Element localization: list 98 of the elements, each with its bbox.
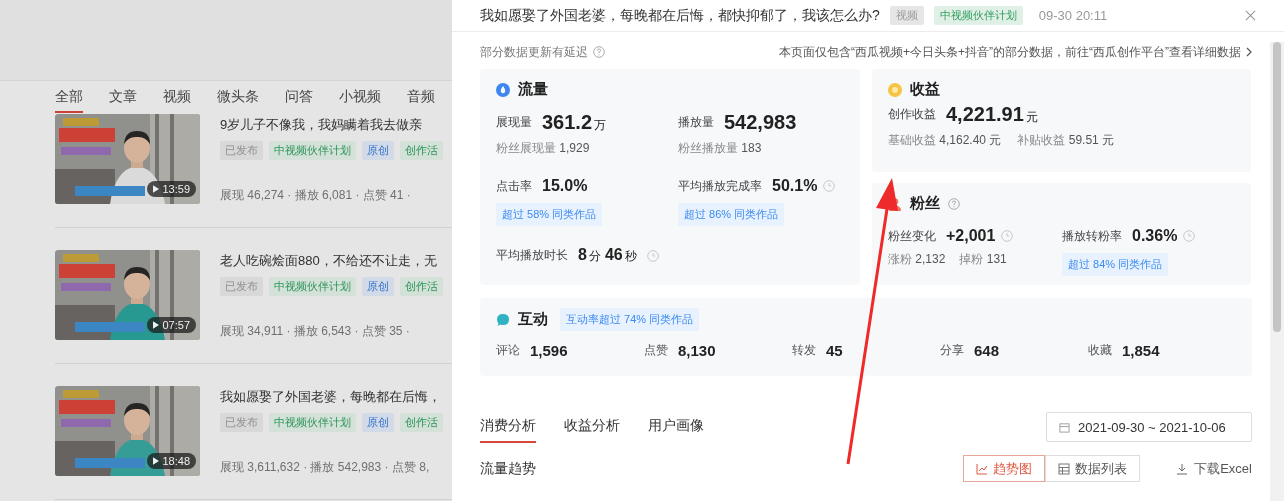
video-stats: 展现 34,911 · 播放 6,543 · 点赞 35 ·: [220, 323, 411, 340]
metric-value: 50.1%: [772, 177, 818, 195]
card-title: 收益: [910, 80, 940, 99]
close-icon[interactable]: [1245, 10, 1256, 21]
sub-metric: 掉粉 131: [959, 251, 1007, 268]
metric-value: 8分 46 秒: [578, 246, 638, 265]
status-tag: 原创: [362, 413, 394, 432]
content-tag: 视频: [889, 6, 924, 25]
help-icon[interactable]: [593, 46, 605, 58]
analysis-tab[interactable]: 用户画像: [648, 411, 704, 443]
duration-badge: 18:48: [147, 453, 196, 469]
category-tab[interactable]: 音频: [407, 88, 435, 113]
card-title: 互动: [518, 310, 548, 329]
drop-icon: [496, 82, 510, 97]
clock-icon[interactable]: [1001, 230, 1014, 242]
date-range-picker[interactable]: 2021-09-30 ~ 2021-10-06: [1046, 412, 1252, 442]
clock-icon[interactable]: [1183, 230, 1196, 242]
download-icon: [1176, 462, 1189, 475]
metric-label: 粉丝变化: [888, 227, 936, 245]
status-tag: 创作活: [400, 413, 443, 432]
video-title[interactable]: 老人吃碗烩面880，不给还不让走，无: [220, 252, 443, 270]
video-title[interactable]: 9岁儿子不像我，我妈瞒着我去做亲: [220, 116, 443, 134]
rank-badge: 互动率超过 74% 同类作品: [560, 308, 700, 331]
video-stats: 展现 46,274 · 播放 6,081 · 点赞 41 ·: [220, 187, 412, 204]
status-tag: 原创: [362, 141, 394, 160]
metric-label: 收藏: [1088, 342, 1112, 359]
scrollbar[interactable]: [1270, 42, 1284, 501]
category-tab[interactable]: 小视频: [339, 88, 381, 113]
status-tag: 已发布: [220, 141, 263, 160]
duration-badge: 13:59: [147, 181, 196, 197]
calendar-icon: [1059, 421, 1070, 433]
help-icon[interactable]: [948, 197, 960, 210]
card-title: 粉丝: [910, 194, 940, 213]
status-tag: 创作活: [400, 141, 443, 160]
detail-data-link[interactable]: 本页面仅包含“西瓜视频+今日头条+抖音”的部分数据，前往“西瓜创作平台”查看详细数据: [779, 43, 1241, 61]
sub-metric: 基础收益 4,162.40 元: [888, 132, 1002, 149]
metric-value: 45: [826, 342, 843, 359]
coin-icon: [888, 82, 902, 97]
video-stats: 展现 3,611,632 · 播放 542,983 · 点赞 8,: [220, 459, 431, 476]
metric-value: 0.36%: [1132, 227, 1178, 245]
status-tag: 原创: [362, 277, 394, 296]
rank-badge: 超过 58% 同类作品: [496, 203, 603, 226]
metric-value: 648: [974, 342, 1000, 359]
metric-label: 点赞: [644, 342, 668, 359]
metric-label: 分享: [940, 342, 964, 359]
analysis-tab[interactable]: 消费分析: [480, 411, 536, 443]
line-chart-icon: [976, 462, 989, 475]
download-link[interactable]: 下载Excel: [1176, 459, 1252, 478]
metric-label: 平均播放完成率: [678, 177, 762, 195]
status-tag: 已发布: [220, 413, 263, 432]
metric-label: 评论: [496, 342, 520, 359]
delay-notice: 部分数据更新有延迟: [480, 43, 588, 61]
publish-time: 09-30 20:11: [1038, 8, 1108, 23]
metric-label: 转发: [792, 342, 816, 359]
chevron-right-icon[interactable]: [1246, 47, 1252, 57]
status-tag: 创作活: [400, 277, 443, 296]
duration-badge: 07:57: [147, 317, 196, 333]
metric-value: 15.0%: [542, 177, 588, 195]
metric-label: 平均播放时长: [496, 247, 568, 264]
sub-metric: 粉丝播放量 183: [678, 140, 762, 157]
metric-value: 542,983: [724, 111, 797, 134]
date-range: 2021-09-30 ~ 2021-10-06: [1078, 419, 1226, 435]
section-title: 流量趋势: [480, 459, 536, 478]
category-tab[interactable]: 文章: [109, 88, 137, 113]
metric-value: 4,221.91 元: [946, 103, 1039, 126]
metric-value: 1,596: [530, 342, 568, 359]
metric-value: 8,130: [678, 342, 716, 359]
clock-icon[interactable]: [646, 249, 659, 262]
metric-label: 创作收益: [888, 106, 936, 123]
metric-value: 1,854: [1122, 342, 1160, 359]
category-tab[interactable]: 问答: [285, 88, 313, 113]
status-tag: 中视频伙伴计划: [269, 141, 356, 160]
sub-metric: 粉丝展现量 1,929: [496, 140, 590, 157]
category-tab[interactable]: 微头条: [217, 88, 259, 113]
content-tag: 中视频伙伴计划: [933, 6, 1023, 25]
metric-label: 展现量: [496, 114, 532, 131]
chat-bubble-icon: [496, 312, 510, 327]
metric-value: 361.2万: [542, 111, 608, 134]
card-title: 流量: [518, 80, 548, 99]
rank-badge: 超过 86% 同类作品: [678, 203, 785, 226]
view-toggle-button[interactable]: 趋势图: [963, 455, 1046, 482]
metric-value: +2,001: [946, 227, 996, 245]
category-tab[interactable]: 视频: [163, 88, 191, 113]
status-tag: 中视频伙伴计划: [269, 413, 356, 432]
view-toggle-button[interactable]: 数据列表: [1045, 455, 1141, 482]
status-tag: 已发布: [220, 277, 263, 296]
metric-label: 播放转粉率: [1062, 227, 1122, 245]
video-title[interactable]: 我如愿娶了外国老婆，每晚都在后悔，: [220, 388, 443, 406]
analysis-tab[interactable]: 收益分析: [564, 411, 620, 443]
drawer-title: 我如愿娶了外国老婆，每晚都在后悔，都快抑郁了，我该怎么办?: [480, 6, 880, 25]
metric-label: 点击率: [496, 177, 532, 195]
clock-icon[interactable]: [823, 180, 836, 192]
table-icon: [1058, 462, 1071, 475]
sub-metric: 涨粉 2,132: [888, 251, 946, 268]
metric-label: 播放量: [678, 114, 714, 131]
sub-metric: 补贴收益 59.51 元: [1017, 132, 1115, 149]
status-tag: 中视频伙伴计划: [269, 277, 356, 296]
rank-badge: 超过 84% 同类作品: [1062, 253, 1169, 276]
